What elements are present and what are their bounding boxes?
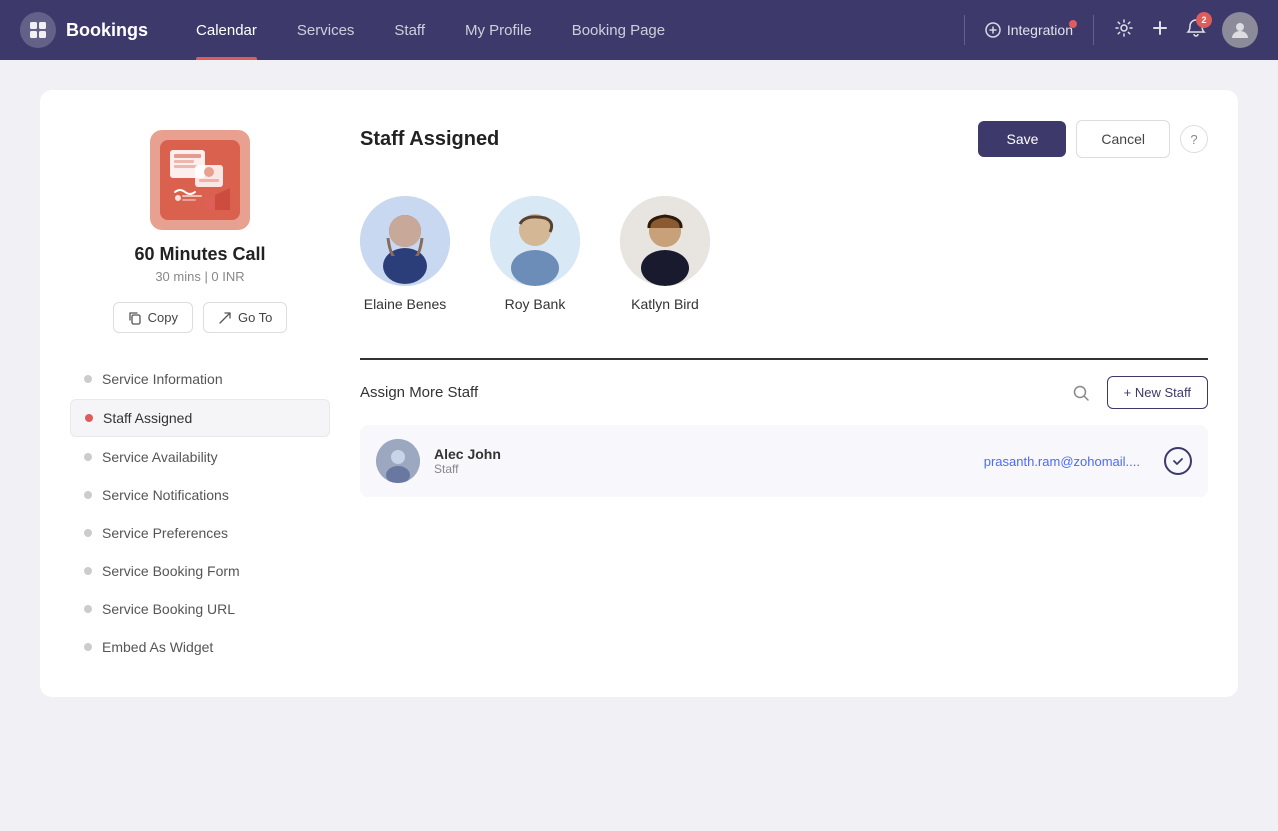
goto-icon bbox=[218, 311, 232, 325]
copy-button[interactable]: Copy bbox=[113, 302, 193, 333]
notifications-icon[interactable]: 2 bbox=[1186, 18, 1206, 43]
sidebar-menu: Service Information Staff Assigned Servi… bbox=[70, 361, 330, 667]
nav-staff[interactable]: Staff bbox=[374, 0, 445, 60]
help-icon[interactable]: ? bbox=[1180, 125, 1208, 153]
assign-more-title: Assign More Staff bbox=[360, 384, 1065, 401]
sidebar-dot bbox=[84, 529, 92, 537]
staff-card-katlyn: Katlyn Bird bbox=[620, 196, 710, 312]
cancel-button[interactable]: Cancel bbox=[1076, 120, 1170, 158]
staff-avatar-roy bbox=[490, 196, 580, 286]
main-content: 60 Minutes Call 30 mins | 0 INR Copy Go … bbox=[0, 60, 1278, 727]
action-buttons: Copy Go To bbox=[113, 302, 288, 333]
sidebar-dot bbox=[84, 643, 92, 651]
sidebar-dot bbox=[84, 567, 92, 575]
goto-button[interactable]: Go To bbox=[203, 302, 287, 333]
brand-logo[interactable]: Bookings bbox=[20, 12, 148, 48]
staff-title: Staff Assigned bbox=[360, 128, 978, 151]
right-panel: Staff Assigned Save Cancel ? bbox=[360, 120, 1208, 667]
integration-notification-dot bbox=[1069, 20, 1077, 28]
checkmark-icon bbox=[1171, 454, 1185, 468]
sidebar-dot bbox=[84, 453, 92, 461]
staff-list-info: Alec John Staff bbox=[434, 446, 970, 476]
integration-btn[interactable]: Integration bbox=[985, 22, 1073, 38]
nav-divider2 bbox=[1093, 15, 1094, 45]
staff-header: Staff Assigned Save Cancel ? bbox=[360, 120, 1208, 158]
nav-right: Integration 2 bbox=[960, 12, 1258, 48]
sidebar-staff-assigned[interactable]: Staff Assigned bbox=[70, 399, 330, 437]
staff-avatar-elaine bbox=[360, 196, 450, 286]
nav-booking-page[interactable]: Booking Page bbox=[552, 0, 685, 60]
staff-avatar-katlyn bbox=[620, 196, 710, 286]
staff-name-elaine: Elaine Benes bbox=[364, 296, 447, 312]
navbar: Bookings Calendar Services Staff My Prof… bbox=[0, 0, 1278, 60]
sidebar-dot bbox=[84, 605, 92, 613]
brand-name: Bookings bbox=[66, 20, 148, 41]
service-meta: 30 mins | 0 INR bbox=[155, 269, 244, 284]
sidebar-service-booking-form[interactable]: Service Booking Form bbox=[70, 553, 330, 589]
service-thumbnail bbox=[150, 130, 250, 230]
search-staff-button[interactable] bbox=[1065, 377, 1097, 409]
brand-icon bbox=[20, 12, 56, 48]
user-avatar[interactable] bbox=[1222, 12, 1258, 48]
settings-icon[interactable] bbox=[1114, 18, 1134, 43]
sidebar-service-availability[interactable]: Service Availability bbox=[70, 439, 330, 475]
staff-card-roy: Roy Bank bbox=[490, 196, 580, 312]
sidebar-service-notifications[interactable]: Service Notifications bbox=[70, 477, 330, 513]
staff-card-elaine: Elaine Benes bbox=[360, 196, 450, 312]
staff-list-email: prasanth.ram@zohomail.... bbox=[984, 454, 1140, 469]
save-button[interactable]: Save bbox=[978, 121, 1066, 157]
service-card: 60 Minutes Call 30 mins | 0 INR Copy Go … bbox=[40, 90, 1238, 697]
staff-list-avatar bbox=[376, 439, 420, 483]
sidebar-dot bbox=[84, 375, 92, 383]
staff-list-role: Staff bbox=[434, 462, 970, 476]
assigned-staff-list: Elaine Benes Roy Bank bbox=[360, 186, 1208, 322]
sidebar-service-preferences[interactable]: Service Preferences bbox=[70, 515, 330, 551]
search-icon bbox=[1072, 384, 1090, 402]
assign-more-section: Assign More Staff + New Staff bbox=[360, 358, 1208, 497]
nav-divider bbox=[964, 15, 965, 45]
sidebar-service-information[interactable]: Service Information bbox=[70, 361, 330, 397]
notification-badge: 2 bbox=[1196, 12, 1212, 28]
new-staff-button[interactable]: + New Staff bbox=[1107, 376, 1208, 409]
service-name: 60 Minutes Call bbox=[134, 244, 265, 265]
left-panel: 60 Minutes Call 30 mins | 0 INR Copy Go … bbox=[70, 120, 330, 667]
staff-name-katlyn: Katlyn Bird bbox=[631, 296, 699, 312]
staff-list-item: Alec John Staff prasanth.ram@zohomail...… bbox=[360, 425, 1208, 497]
nav-items: Calendar Services Staff My Profile Booki… bbox=[176, 0, 952, 60]
nav-services[interactable]: Services bbox=[277, 0, 375, 60]
sidebar-dot-active bbox=[85, 414, 93, 422]
copy-icon bbox=[128, 311, 142, 325]
add-icon[interactable] bbox=[1150, 18, 1170, 43]
staff-check-icon[interactable] bbox=[1164, 447, 1192, 475]
staff-list-name: Alec John bbox=[434, 446, 970, 462]
nav-calendar[interactable]: Calendar bbox=[176, 0, 277, 60]
staff-name-roy: Roy Bank bbox=[505, 296, 566, 312]
sidebar-embed-as-widget[interactable]: Embed As Widget bbox=[70, 629, 330, 665]
sidebar-dot bbox=[84, 491, 92, 499]
assign-header: Assign More Staff + New Staff bbox=[360, 376, 1208, 409]
sidebar-service-booking-url[interactable]: Service Booking URL bbox=[70, 591, 330, 627]
nav-my-profile[interactable]: My Profile bbox=[445, 0, 552, 60]
